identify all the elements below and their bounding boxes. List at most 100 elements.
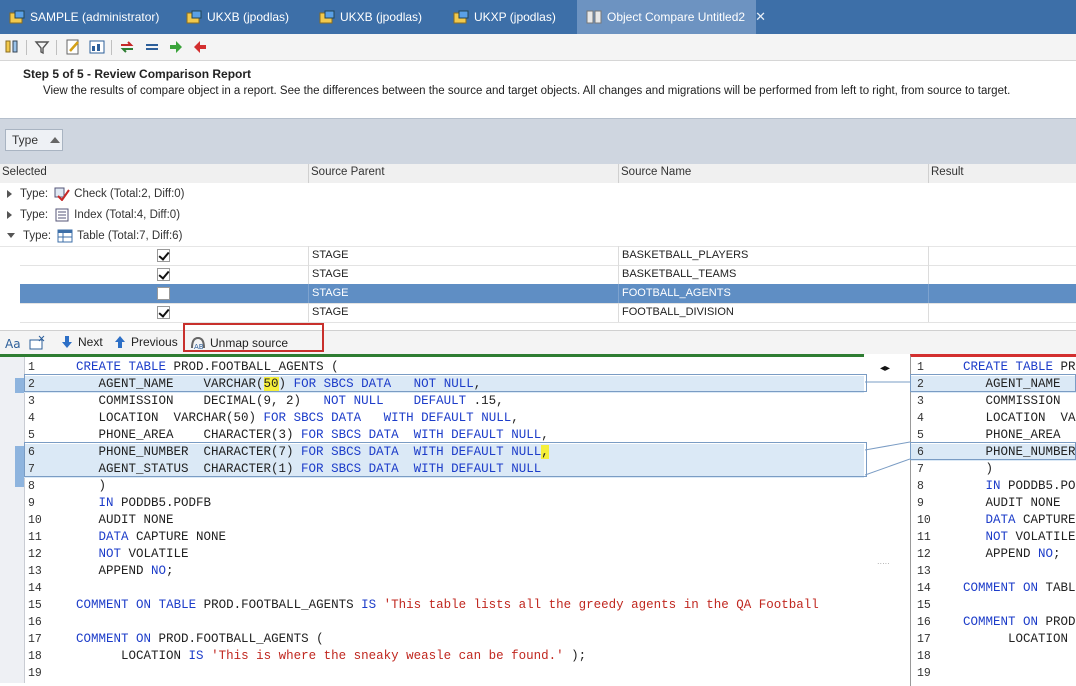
- code-text: APPEND NO;: [76, 564, 174, 578]
- code-line: 8 IN PODDB5.POD: [911, 478, 1076, 495]
- table-row[interactable]: STAGE BASKETBALL_TEAMS: [20, 265, 1076, 285]
- row-checkbox[interactable]: [157, 249, 170, 262]
- group-row-check[interactable]: Type: Check (Total:2, Diff:0): [0, 183, 1076, 205]
- code-text: LOCATION IS 'This is where the sneaky we…: [76, 649, 587, 663]
- code-line: 13 APPEND NO;: [24, 563, 864, 580]
- compare-toolbar: Aa Next Previous AB Unmap source: [0, 330, 1076, 355]
- previous-label: Previous: [131, 335, 178, 349]
- tab-ukxb-1[interactable]: UKXB (jpodlas): [186, 0, 289, 34]
- next-button[interactable]: Next: [60, 335, 103, 349]
- code-text: AUDIT NONE: [963, 496, 1061, 510]
- arrow-up-icon: [115, 336, 125, 348]
- group-label: Index (Total:4, Diff:0): [74, 208, 181, 221]
- code-line: 1 CREATE TABLE PR: [911, 359, 1076, 376]
- code-line: 14: [24, 580, 864, 597]
- index-icon: [54, 208, 70, 222]
- filter-icon[interactable]: [33, 38, 51, 56]
- collapse-icon[interactable]: [7, 233, 15, 238]
- code-line: 14 COMMENT ON TABL: [911, 580, 1076, 597]
- code-line: 5 PHONE_AREA CHARACTER(3) FOR SBCS DATA …: [24, 427, 864, 444]
- code-text: DATA CAPTURE: [985, 513, 1076, 527]
- code-text: CREATE TABLE PR: [963, 360, 1076, 374]
- expand-icon[interactable]: [7, 210, 12, 219]
- line-number: 12: [917, 548, 931, 561]
- code-line: 9 IN PODDB5.PODFB: [24, 495, 864, 512]
- tab-bar: SAMPLE (administrator) UKXB (jpodlas) UK…: [0, 0, 1076, 34]
- next-label: Next: [78, 335, 103, 349]
- column-source-parent[interactable]: Source Parent: [311, 166, 385, 178]
- tab-object-compare[interactable]: Object Compare Untitled2 ✕: [577, 0, 766, 34]
- line-number: 19: [28, 667, 42, 680]
- tab-ukxp[interactable]: UKXP (jpodlas): [453, 0, 556, 34]
- code-text: PHONE_NUMBER CHARACTER(7) FOR SBCS DATA …: [76, 445, 549, 459]
- tab-label: Object Compare Untitled2: [607, 10, 746, 24]
- code-text: CREATE TABLE PROD.FOOTBALL_AGENTS (: [76, 360, 339, 374]
- line-number: 13: [28, 565, 42, 578]
- font-size-icon[interactable]: Aa: [4, 335, 22, 351]
- group-prefix: Type:: [23, 229, 52, 242]
- svg-text:.....: .....: [877, 557, 890, 566]
- group-row-table[interactable]: Type: Table (Total:7, Diff:6): [0, 225, 1076, 247]
- code-line: 10 DATA CAPTURE: [911, 512, 1076, 529]
- database-icon: [186, 10, 202, 24]
- row-checkbox[interactable]: [157, 287, 170, 300]
- code-text: AGENT_NAME VARCHAR(50) FOR SBCS DATA NOT…: [76, 377, 482, 391]
- line-number: 1: [28, 361, 35, 374]
- line-number: 3: [28, 395, 35, 408]
- row-checkbox[interactable]: [157, 268, 170, 281]
- close-icon[interactable]: ✕: [755, 9, 766, 25]
- code-line: 7 AGENT_STATUS CHARACTER(1) FOR SBCS DAT…: [24, 461, 864, 478]
- grid-header: Selected Source Parent Source Name Resul…: [0, 164, 1076, 184]
- clear-icon[interactable]: [28, 335, 46, 351]
- code-text: PHONE_NUMBER: [963, 445, 1076, 459]
- column-selected[interactable]: Selected: [2, 166, 47, 178]
- equal-icon[interactable]: [143, 38, 161, 56]
- tab-sample[interactable]: SAMPLE (administrator): [9, 0, 159, 34]
- code-text: COMMENT ON PROD.FOOTBALL_AGENTS (: [76, 632, 324, 646]
- filter-options-icon[interactable]: [4, 38, 22, 56]
- expand-icon[interactable]: [7, 189, 12, 198]
- line-number: 6: [917, 446, 924, 459]
- code-text: PHONE_AREA: [963, 428, 1061, 442]
- row-checkbox[interactable]: [157, 306, 170, 319]
- row-source-parent: STAGE: [312, 268, 349, 280]
- column-source-name[interactable]: Source Name: [621, 166, 691, 178]
- arrow-left-icon[interactable]: [191, 38, 209, 56]
- line-number: 9: [28, 497, 35, 510]
- line-number: 17: [917, 633, 931, 646]
- group-by-type-button[interactable]: Type: [5, 129, 63, 151]
- code-text: COMMISSION: [963, 394, 1061, 408]
- code-line: 19: [24, 665, 864, 682]
- code-line: 11 NOT VOLATILE: [911, 529, 1076, 546]
- code-text: ): [963, 462, 994, 476]
- diff-connector-area: ◂▸ .....: [864, 354, 911, 683]
- column-result[interactable]: Result: [931, 166, 964, 178]
- code-text: AGENT_NAME: [963, 377, 1061, 391]
- row-source-parent: STAGE: [312, 287, 349, 299]
- line-number: 8: [917, 480, 924, 493]
- line-number: 4: [28, 412, 35, 425]
- line-number: 8: [28, 480, 35, 493]
- code-text: COMMENT ON PROD: [963, 615, 1076, 629]
- code-text: PHONE_AREA CHARACTER(3) FOR SBCS DATA WI…: [76, 428, 549, 442]
- row-source-parent: STAGE: [312, 249, 349, 261]
- arrow-right-icon[interactable]: [167, 38, 185, 56]
- code-text: AUDIT NONE: [76, 513, 174, 527]
- code-text: DATA CAPTURE NONE: [98, 530, 227, 544]
- sync-arrows-icon[interactable]: [118, 38, 136, 56]
- code-line: 4 LOCATION VAR: [911, 410, 1076, 427]
- group-row-index[interactable]: Type: Index (Total:4, Diff:0): [0, 204, 1076, 226]
- line-number: 6: [28, 446, 35, 459]
- table-row-selected[interactable]: STAGE FOOTBALL_AGENTS: [20, 284, 1076, 304]
- tab-ukxb-2[interactable]: UKXB (jpodlas): [319, 0, 422, 34]
- previous-button[interactable]: Previous: [113, 335, 178, 349]
- code-line: 13: [911, 563, 1076, 580]
- code-text: NOT VOLATILE: [98, 547, 189, 561]
- code-line: 3 COMMISSION: [911, 393, 1076, 410]
- edit-script-icon[interactable]: [64, 38, 82, 56]
- report-icon[interactable]: [88, 38, 106, 56]
- tab-label: UKXB (jpodlas): [340, 10, 423, 24]
- table-row[interactable]: STAGE FOOTBALL_DIVISION: [20, 303, 1076, 323]
- table-row[interactable]: STAGE BASKETBALL_PLAYERS: [20, 246, 1076, 266]
- line-number: 18: [917, 650, 931, 663]
